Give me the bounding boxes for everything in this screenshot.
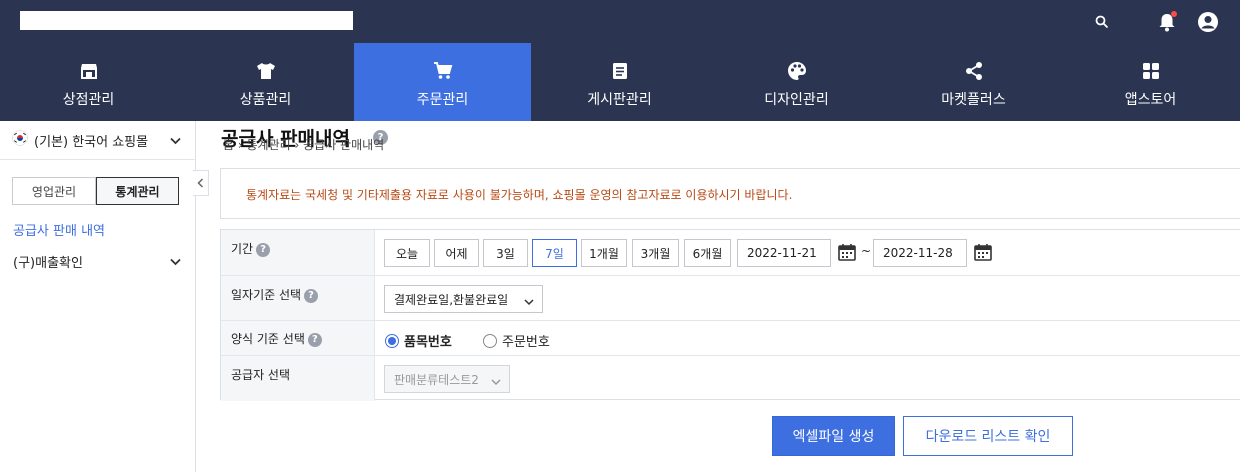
share-icon	[964, 59, 984, 83]
nav-app-store[interactable]: 앱스토어	[1062, 43, 1239, 121]
period-6months-button[interactable]: 6개월	[684, 239, 731, 267]
nav-label: 앱스토어	[1124, 92, 1177, 108]
breadcrumb-separator-icon: ›	[237, 138, 247, 152]
date-basis-select[interactable]: 결제완료일,환불완료일	[384, 285, 543, 313]
format-basis-row: 양식 기준 선택? 품목번호 주문번호	[221, 321, 1240, 356]
nav-order-management[interactable]: 주문관리	[354, 43, 531, 121]
period-label: 기간?	[221, 230, 375, 275]
top-icons	[1090, 0, 1220, 43]
nav-board-management[interactable]: 게시판관리	[531, 43, 708, 121]
date-basis-label: 일자기준 선택?	[221, 276, 375, 320]
palette-icon	[787, 59, 807, 83]
sidebar-group-old-sales[interactable]: (구)매출확인	[13, 252, 83, 271]
notification-bell-icon[interactable]	[1155, 10, 1179, 34]
period-controls: 오늘 어제 3일 7일 1개월 3개월 6개월 2022-11-21 ~ 202…	[376, 230, 1240, 275]
end-date-input[interactable]: 2022-11-28	[873, 239, 967, 267]
period-today-button[interactable]: 오늘	[384, 239, 430, 267]
help-icon[interactable]: ?	[307, 332, 322, 347]
supplier-select[interactable]: 판매분류테스트2	[384, 365, 510, 393]
nav-label: 게시판관리	[587, 92, 652, 108]
chevron-left-icon	[197, 178, 204, 188]
radio-selected-icon	[385, 333, 399, 348]
nav-label: 주문관리	[416, 92, 469, 108]
format-basis-label: 양식 기준 선택?	[221, 321, 375, 355]
radio-item-number[interactable]: 품목번호	[385, 331, 452, 350]
help-icon[interactable]: ?	[256, 242, 271, 257]
breadcrumb-home[interactable]: 홈	[223, 138, 234, 152]
breadcrumb-current: 공급사 판매내역	[303, 138, 385, 152]
period-row: 기간? 오늘 어제 3일 7일 1개월 3개월 6개월 2022-11-21 ~…	[221, 230, 1240, 276]
mall-selector[interactable]: (기본) 한국어 쇼핑몰	[0, 121, 195, 160]
nav-store-management[interactable]: 상점관리	[0, 43, 177, 121]
supplier-row: 공급자 선택 판매분류테스트2	[221, 356, 1240, 401]
tshirt-icon	[256, 59, 276, 83]
notification-dot	[1171, 10, 1177, 17]
notice-box: 통계자료는 국세청 및 기타제출용 자료로 사용이 불가능하며, 쇼핑몰 운영의…	[220, 168, 1240, 219]
help-icon[interactable]: ?	[304, 288, 319, 303]
chevron-down-icon	[491, 375, 501, 389]
nav-design-management[interactable]: 디자인관리	[708, 43, 885, 121]
breadcrumb: 홈 › 통계관리 › 공급사 판매내역	[223, 136, 384, 153]
chevron-down-icon	[524, 295, 534, 309]
radio-unselected-icon	[483, 333, 497, 348]
nav-label: 마켓플러스	[941, 92, 1006, 108]
top-bar	[0, 0, 1240, 43]
store-icon	[80, 59, 98, 83]
korea-flag-icon	[12, 130, 28, 150]
apps-icon	[1142, 59, 1160, 83]
nav-label: 디자인관리	[764, 92, 829, 108]
board-icon	[612, 59, 628, 83]
period-1month-button[interactable]: 1개월	[581, 239, 627, 267]
date-basis-row: 일자기준 선택? 결제완료일,환불완료일	[221, 276, 1240, 321]
period-7days-button[interactable]: 7일	[532, 239, 577, 267]
calendar-icon[interactable]	[974, 243, 992, 265]
cart-icon	[433, 59, 453, 83]
date-basis-value: 결제완료일,환불완료일	[394, 292, 509, 307]
sidebar-item-supplier-sales[interactable]: 공급사 판매 내역	[13, 220, 105, 239]
main-nav: 상점관리 상품관리 주문관리 게시판관리 디자인관리 마켓플러스 앱스토어	[0, 43, 1240, 121]
logo-placeholder	[20, 11, 353, 30]
supplier-value: 판매분류테스트2	[394, 372, 479, 387]
period-3months-button[interactable]: 3개월	[632, 239, 679, 267]
create-excel-button[interactable]: 엑셀파일 생성	[772, 416, 895, 456]
user-avatar-icon[interactable]	[1196, 10, 1220, 34]
nav-product-management[interactable]: 상품관리	[177, 43, 354, 121]
mall-selector-label: (기본) 한국어 쇼핑몰	[34, 134, 149, 150]
sidebar-collapse-button[interactable]	[193, 170, 209, 196]
sidebar: (기본) 한국어 쇼핑몰 영업관리 통계관리 공급사 판매 내역 (구)매출확인	[0, 121, 196, 472]
nav-label: 상품관리	[239, 92, 292, 108]
chevron-down-icon	[170, 255, 181, 270]
search-icon[interactable]	[1090, 10, 1114, 34]
supplier-label: 공급자 선택	[221, 356, 375, 401]
search-form: 기간? 오늘 어제 3일 7일 1개월 3개월 6개월 2022-11-21 ~…	[220, 229, 1240, 401]
breadcrumb-statistics[interactable]: 통계관리	[247, 138, 291, 152]
period-3days-button[interactable]: 3일	[483, 239, 528, 267]
chevron-down-icon	[170, 134, 181, 149]
calendar-icon[interactable]	[838, 243, 856, 265]
notice-text: 통계자료는 국세청 및 기타제출용 자료로 사용이 불가능하며, 쇼핑몰 운영의…	[246, 188, 793, 202]
period-yesterday-button[interactable]: 어제	[434, 239, 479, 267]
radio-order-number[interactable]: 주문번호	[483, 331, 550, 350]
date-range-separator: ~	[861, 244, 872, 258]
tab-statistics-management[interactable]: 통계관리	[96, 177, 179, 205]
breadcrumb-separator-icon: ›	[294, 138, 304, 152]
tab-sales-management[interactable]: 영업관리	[12, 177, 96, 205]
start-date-input[interactable]: 2022-11-21	[737, 239, 831, 267]
sidebar-tab-group: 영업관리 통계관리	[12, 177, 179, 205]
download-list-button[interactable]: 다운로드 리스트 확인	[903, 416, 1073, 456]
nav-label: 상점관리	[62, 92, 115, 108]
nav-market-plus[interactable]: 마켓플러스	[885, 43, 1062, 121]
